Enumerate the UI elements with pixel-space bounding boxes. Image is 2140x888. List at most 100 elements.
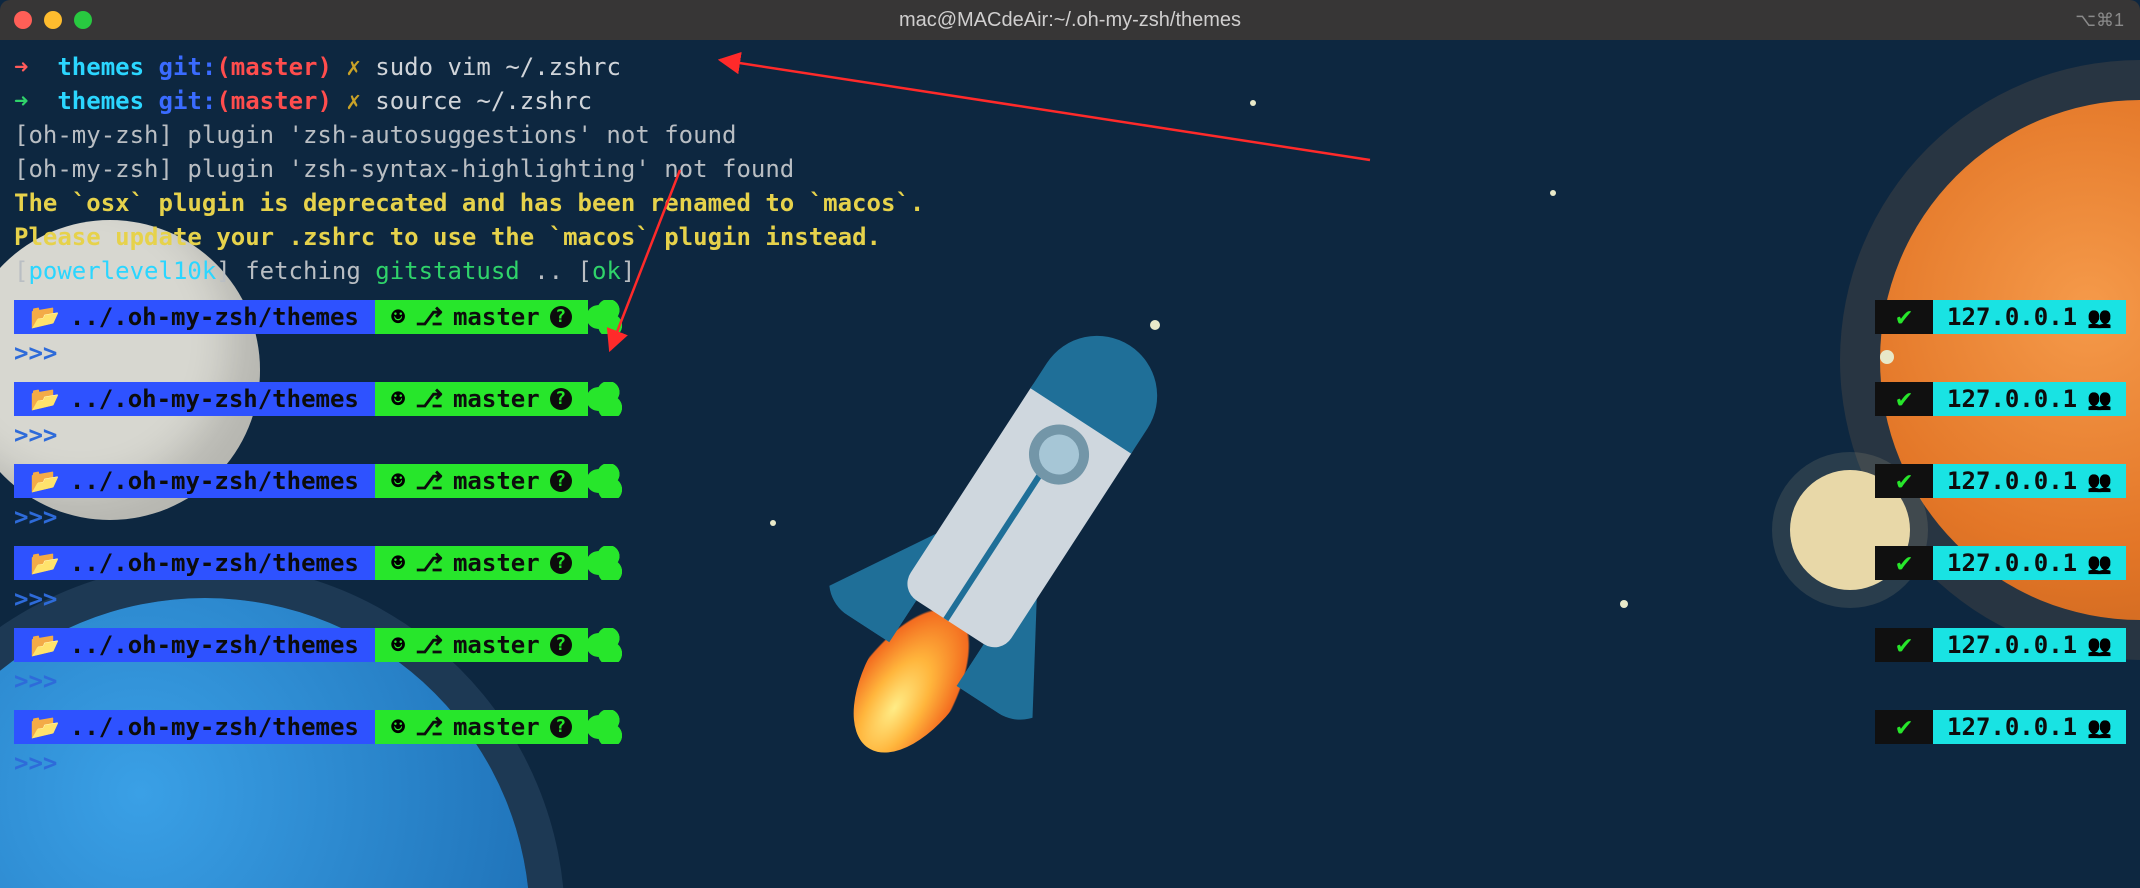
close-button[interactable] [14, 11, 32, 29]
branch-icon: ⎇ [415, 464, 443, 498]
prompt-ip-segment: 127.0.0.1 👥 [1933, 300, 2126, 334]
prompt-path-segment: 📂 ../.oh-my-zsh/themes [14, 710, 375, 744]
prompt-branch-text: master [453, 710, 540, 744]
prompt-ip-text: 127.0.0.1 [1947, 382, 2077, 416]
folder-icon: 📂 [30, 464, 60, 498]
branch-icon: ⎇ [415, 300, 443, 334]
segment-flame-icon [588, 546, 622, 580]
prompt-paren: ( [216, 87, 230, 115]
branch-icon: ⎇ [415, 710, 443, 744]
terminal-warning: The `osx` plugin is deprecated and has b… [14, 186, 2126, 220]
users-icon: 👥 [2087, 300, 2112, 334]
prompt-arrow-icon: ➜ [14, 53, 57, 81]
prompt-ip-text: 127.0.0.1 [1947, 300, 2077, 334]
check-icon: ✔ [1896, 300, 1912, 334]
prompt-path-segment: 📂../.oh-my-zsh/themes [14, 464, 375, 498]
branch-icon: ⎇ [415, 628, 443, 662]
prompt-cwd: themes [57, 53, 144, 81]
prompt-continuation: >>> [14, 746, 2126, 780]
p10k-prompt-row: 📂 ../.oh-my-zsh/themes ☻ ⎇ master? ✔ 127.0.0.1… [14, 300, 2126, 334]
prompt-paren: ( [216, 53, 230, 81]
segment-flame-icon [588, 628, 622, 662]
prompt-path-segment: 📂 ../.oh-my-zsh/themes [14, 300, 375, 334]
prompt-ip-segment: 127.0.0.1👥 [1933, 464, 2126, 498]
prompt-continuation: >>> [14, 582, 2126, 616]
prompt-ip-text: 127.0.0.1 [1947, 628, 2077, 662]
folder-icon: 📂 [30, 546, 60, 580]
fullscreen-button[interactable] [74, 11, 92, 29]
folder-icon: 📂 [30, 710, 60, 744]
prompt-path-text: ../.oh-my-zsh/themes [70, 546, 359, 580]
prompt-continuation: >>> [14, 664, 2126, 698]
window-titlebar: mac@MACdeAir:~/.oh-my-zsh/themes ⌥⌘1 [0, 0, 2140, 40]
terminal-viewport[interactable]: ➜ themes git:(master) ✗ sudo vim ~/.zshr… [0, 40, 2140, 888]
prompt-untracked-icon: ? [550, 470, 572, 492]
prompt-path-text: ../.oh-my-zsh/themes [70, 300, 359, 334]
check-icon: ✔ [1896, 464, 1912, 498]
prompt-untracked-icon: ? [550, 306, 572, 328]
users-icon: 👥 [2087, 464, 2112, 498]
prompt-status-segment: ✔ [1875, 382, 1933, 416]
prompt-path-text: ../.oh-my-zsh/themes [70, 382, 359, 416]
prompt-ip-text: 127.0.0.1 [1947, 546, 2077, 580]
prompt-continuation: >>> [14, 500, 2126, 534]
prompt-git-segment: ☻⎇master? [375, 546, 588, 580]
check-icon: ✔ [1896, 628, 1912, 662]
branch-icon: ⎇ [415, 382, 443, 416]
window-title: mac@MACdeAir:~/.oh-my-zsh/themes [0, 3, 2140, 37]
prompt-ip-segment: 127.0.0.1 👥 [1933, 710, 2126, 744]
terminal-output: [powerlevel10k] fetching gitstatusd .. [… [14, 254, 2126, 288]
prompt-cwd: themes [57, 87, 144, 115]
prompt-path-segment: 📂 ../.oh-my-zsh/themes [14, 628, 375, 662]
github-icon: ☻ [391, 300, 405, 334]
prompt-arrow-icon: ➜ [14, 87, 57, 115]
prompt-right-block: ✔127.0.0.1👥 [1875, 382, 2126, 416]
prompt-git-segment: ☻⎇master? [375, 628, 588, 662]
prompt-untracked-icon: ? [550, 552, 572, 574]
prompt-continuation: >>> [14, 418, 2126, 452]
prompt-untracked-icon: ? [550, 716, 572, 738]
prompt-path-segment: 📂 ../.oh-my-zsh/themes [14, 382, 375, 416]
check-icon: ✔ [1896, 546, 1912, 580]
prompt-git-segment: ☻⎇master? [375, 710, 588, 744]
github-icon: ☻ [391, 382, 405, 416]
prompt-ip-segment: 127.0.0.1 👥 [1933, 546, 2126, 580]
prompt-git-segment: ☻ ⎇ master? [375, 300, 588, 334]
prompt-path-text: ../.oh-my-zsh/themes [70, 710, 359, 744]
users-icon: 👥 [2087, 628, 2112, 662]
prompt-branch-text: master [453, 464, 540, 498]
prompt-ip-text: 127.0.0.1 [1947, 710, 2077, 744]
prompt-branch-text: master [453, 546, 540, 580]
command-text: sudo vim ~/.zshrc [375, 53, 621, 81]
prompt-paren: ) [317, 87, 331, 115]
minimize-button[interactable] [44, 11, 62, 29]
prompt-git-label: git: [159, 87, 217, 115]
users-icon: 👥 [2087, 546, 2112, 580]
users-icon: 👥 [2087, 710, 2112, 744]
folder-icon: 📂 [30, 300, 60, 334]
prompt-branch: master [231, 87, 318, 115]
folder-icon: 📂 [30, 382, 60, 416]
github-icon: ☻ [391, 464, 405, 498]
folder-icon: 📂 [30, 628, 60, 662]
p10k-prompt-row: 📂 ../.oh-my-zsh/themes ☻⎇master? ✔ 127.0.0.1… [14, 546, 2126, 580]
terminal-output: [oh-my-zsh] plugin 'zsh-autosuggestions'… [14, 118, 2126, 152]
prompt-status-segment: ✔ [1875, 464, 1933, 498]
terminal-line: ➜ themes git:(master) ✗ source ~/.zshrc [14, 84, 2126, 118]
check-icon: ✔ [1896, 382, 1912, 416]
prompt-right-block: ✔127.0.0.1👥 [1875, 710, 2126, 744]
prompt-right-block: ✔ 127.0.0.1 👥 [1875, 546, 2126, 580]
prompt-untracked-icon: ? [550, 388, 572, 410]
titlebar-shortcut-hint: ⌥⌘1 [2075, 3, 2140, 37]
prompt-status-segment: ✔ [1875, 628, 1933, 662]
prompt-dirty-icon: ✗ [346, 87, 360, 115]
prompt-branch-text: master [453, 628, 540, 662]
prompt-status-segment: ✔ [1875, 546, 1933, 580]
segment-flame-icon [588, 710, 622, 744]
command-text: source ~/.zshrc [375, 87, 592, 115]
prompt-branch-text: master [453, 300, 540, 334]
prompt-path-text: ../.oh-my-zsh/themes [70, 628, 359, 662]
prompt-dirty-icon: ✗ [346, 53, 360, 81]
p10k-prompt-row: 📂../.oh-my-zsh/themes☻⎇master?✔127.0.0.1… [14, 628, 2126, 662]
prompt-right-block: ✔ 127.0.0.1👥 [1875, 464, 2126, 498]
